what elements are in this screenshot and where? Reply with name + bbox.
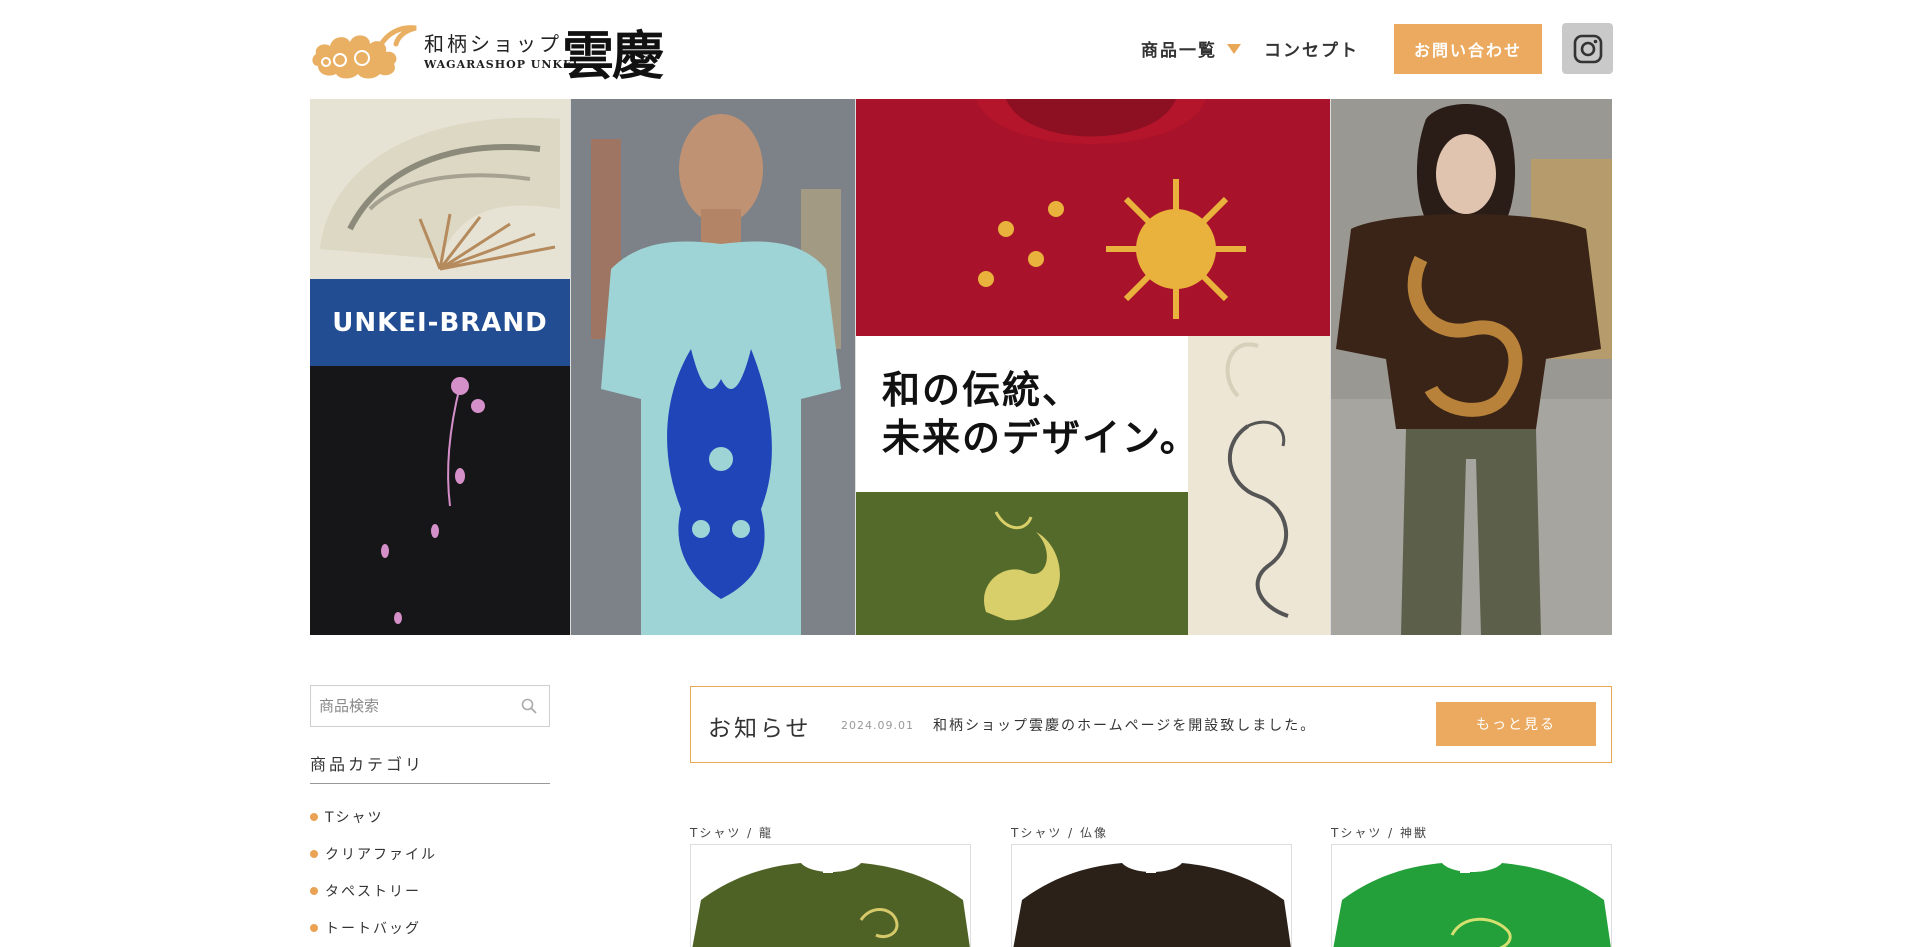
sidebar: 商品カテゴリ Tシャツ クリアファイル タペストリー トートバッグ [310,685,550,946]
product-card-mythical-beast[interactable]: Tシャツ / 神獣 [1331,824,1612,947]
logo-kanji-text: 雲慶 [562,26,664,87]
dragon-fan-image [310,99,570,279]
category-item-tshirt[interactable]: Tシャツ [310,798,550,835]
cloud-logo-icon [312,25,417,79]
tagline-line-2: 未来のデザイン。 [882,416,1200,460]
product-image-buddha-shirt[interactable] [1011,844,1292,947]
bullet-dot-icon [310,812,318,821]
hero-panel-model-dragon-shirt [1331,99,1612,635]
search-input[interactable] [311,686,511,726]
hero-panel-model-blue-shirt [571,99,855,635]
category-heading: 商品カテゴリ [310,751,550,784]
bullet-dot-icon [310,923,318,932]
nav-concept-link[interactable]: コンセプト [1264,36,1359,61]
category-item-tapestry[interactable]: タペストリー [310,872,550,909]
nav-products-label: 商品一覧 [1141,41,1217,61]
instagram-button[interactable] [1562,23,1613,74]
category-label: トートバッグ [325,920,421,937]
logo-english-text: WAGARASHOP UNKEI [424,58,579,71]
news-box: お知らせ 2024.09.01 和柄ショップ雲慶のホームページを開設致しました。… [690,686,1612,763]
news-title: お知らせ [708,716,812,742]
news-date: 2024.09.01 [841,719,914,732]
product-category-label: Tシャツ / 神獣 [1331,826,1429,840]
search-icon[interactable] [521,698,537,714]
caret-down-icon [1227,43,1241,54]
category-item-clear-file[interactable]: クリアファイル [310,835,550,872]
tagline-block: 和の伝統、 未来のデザイン。 [856,336,1200,492]
dragon-tote-image [1188,336,1330,635]
red-hoodie-image [856,99,1330,336]
brand-banner: UNKEI-BRAND [310,279,570,366]
hero-collage: UNKEI-BRAND 和の伝統、 未来のデザイン。 [310,99,1612,635]
product-image-beast-shirt[interactable] [1331,844,1612,947]
product-category-label: Tシャツ / 仏像 [1011,826,1109,840]
tagline-line-1: 和の伝統、 [882,368,1083,412]
contact-button[interactable]: お問い合わせ [1394,24,1542,74]
logo-japanese-text: 和柄ショップ [424,32,562,56]
product-category-label: Tシャツ / 龍 [690,826,774,840]
product-card-dragon[interactable]: Tシャツ / 龍 [690,824,971,947]
category-label: Tシャツ [325,809,384,826]
lotus-shirt-image [310,366,570,635]
hero-panel-brand: UNKEI-BRAND [310,99,570,635]
product-image-dragon-shirt[interactable] [690,844,971,947]
category-list: Tシャツ クリアファイル タペストリー トートバッグ [310,798,550,946]
green-shirt-dragon-image [856,492,1188,635]
bullet-dot-icon [310,849,318,858]
instagram-icon [1573,34,1602,63]
category-label: クリアファイル [325,846,437,863]
hero-panel-tagline: 和の伝統、 未来のデザイン。 [856,99,1330,635]
category-item-tote-bag[interactable]: トートバッグ [310,909,550,946]
search-box [310,685,550,727]
category-label: タペストリー [325,883,421,900]
bullet-dot-icon [310,886,318,895]
more-news-button[interactable]: もっと見る [1436,702,1596,746]
nav-products-dropdown[interactable]: 商品一覧 [1141,36,1241,61]
site-header: 和柄ショップ WAGARASHOP UNKEI 雲慶 商品一覧 コンセプト お問… [0,0,1920,100]
news-item-link[interactable]: 和柄ショップ雲慶のホームページを開設致しました。 [933,715,1316,735]
product-card-buddha[interactable]: Tシャツ / 仏像 [1011,824,1292,947]
site-logo[interactable]: 和柄ショップ WAGARASHOP UNKEI 雲慶 [310,18,670,87]
